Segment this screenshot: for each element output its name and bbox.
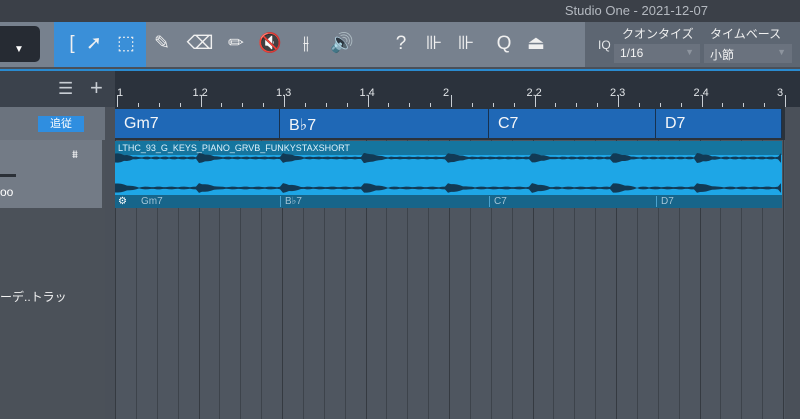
waveform-bottom bbox=[115, 183, 781, 193]
timebase-select[interactable]: 小節 ▼ bbox=[704, 44, 792, 63]
ruler-tick bbox=[618, 95, 619, 107]
chord-event[interactable]: C7 bbox=[489, 109, 656, 138]
chevron-down-icon: ▼ bbox=[685, 47, 694, 57]
detect-transients-icon[interactable]: ⊪ bbox=[420, 30, 448, 58]
ruler-tick bbox=[200, 95, 202, 107]
grid-line bbox=[783, 140, 784, 419]
quantize-label: クオンタイズ bbox=[622, 27, 694, 41]
track-name: ーデ..トラッ bbox=[0, 290, 67, 304]
timeline-ruler[interactable]: 1 1.2 1.3 1.4 2 2.2 2.3 2.4 3 bbox=[115, 71, 800, 107]
ruler-tick bbox=[534, 95, 536, 107]
volume-fader[interactable] bbox=[0, 174, 16, 177]
quantize-audio-icon[interactable]: ⊪ bbox=[452, 30, 480, 58]
waveform-top bbox=[115, 153, 781, 163]
clip-chord-label: B♭7 bbox=[280, 196, 302, 207]
title-bar: Studio One - 2021-12-07 bbox=[0, 0, 800, 22]
split-tool-icon[interactable]: ✎ bbox=[148, 30, 176, 58]
clip-chord-label: C7 bbox=[489, 196, 507, 207]
ruler-tick bbox=[701, 95, 703, 107]
follow-button[interactable]: 追従 bbox=[38, 116, 84, 132]
iq-button[interactable]: IQ bbox=[598, 38, 611, 52]
track-list-icon[interactable]: ☰ bbox=[58, 79, 73, 99]
chord-event[interactable]: B♭7 bbox=[280, 109, 489, 138]
link-icon[interactable]: oo bbox=[0, 185, 13, 199]
arrow-tool-icon[interactable]: ➚ bbox=[80, 30, 108, 58]
listen-tool-icon[interactable]: 🔊 bbox=[328, 30, 356, 58]
ruler-tick bbox=[785, 95, 786, 107]
ruler-tick bbox=[117, 95, 118, 107]
help-icon[interactable]: ? bbox=[387, 30, 415, 58]
clip-chord-label: Gm7 bbox=[141, 196, 163, 207]
chord-event[interactable]: Gm7 bbox=[115, 109, 280, 138]
add-track-icon[interactable]: + bbox=[90, 75, 103, 101]
ruler-tick bbox=[367, 95, 369, 107]
chevron-down-icon: ▼ bbox=[14, 44, 24, 55]
menu-dropdown-button[interactable]: ▼ bbox=[0, 26, 40, 62]
snap-icon[interactable]: ⏏ bbox=[522, 30, 550, 58]
clip-chord-lane: ⚙ Gm7 B♭7 C7 D7 bbox=[115, 195, 782, 208]
mute-tool-icon[interactable]: 🔇 bbox=[256, 30, 284, 58]
ruler-tick bbox=[451, 95, 452, 107]
ruler-tick bbox=[284, 95, 285, 107]
range-tool-icon[interactable]: ⬚ bbox=[112, 30, 140, 58]
quantize-icon[interactable]: Q bbox=[490, 30, 518, 58]
eraser-tool-icon[interactable]: ⌫ bbox=[186, 30, 214, 58]
waveform-icon: ⩩ bbox=[72, 149, 78, 161]
ruler-tick-label: 3 bbox=[777, 87, 784, 99]
paint-tool-icon[interactable]: ✏ bbox=[222, 30, 250, 58]
ruler-header: ☰ + bbox=[0, 71, 115, 107]
chord-event[interactable]: D7 bbox=[656, 109, 782, 138]
audio-clip[interactable]: LTHC_93_G_KEYS_PIANO_GRVB_FUNKYSTAXSHORT… bbox=[115, 141, 782, 208]
window-title: Studio One - 2021-12-07 bbox=[564, 3, 708, 18]
chord-track: Gm7 B♭7 C7 D7 bbox=[115, 107, 785, 140]
quantize-value: 1/16 bbox=[620, 46, 644, 60]
chevron-down-icon: ▼ bbox=[777, 47, 786, 57]
bend-tool-icon[interactable]: ⫲ bbox=[292, 30, 320, 58]
clip-chord-label: D7 bbox=[656, 196, 674, 207]
gear-icon[interactable]: ⚙ bbox=[118, 196, 127, 207]
quantize-select[interactable]: 1/16 ▼ bbox=[614, 44, 700, 63]
audio-track-header[interactable]: ーデ..トラッ ⩩ oo bbox=[0, 140, 102, 304]
timebase-label: タイムベース bbox=[710, 27, 782, 41]
ruler-tick-label: 2 bbox=[443, 87, 450, 99]
timebase-value: 小節 bbox=[710, 48, 735, 62]
